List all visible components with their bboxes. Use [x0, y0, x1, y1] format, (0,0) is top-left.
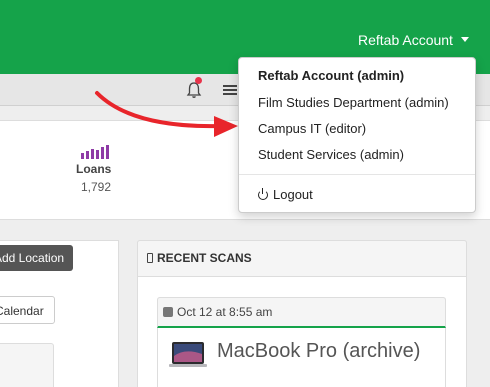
recent-scans-title: RECENT SCANS: [147, 251, 252, 265]
menu-item-reftab-account[interactable]: Reftab Account (admin): [258, 68, 404, 83]
locations-subpanel: [0, 343, 54, 387]
annotation-arrow: [95, 91, 238, 137]
caret-down-icon: [460, 37, 469, 42]
logout-label: Logout: [273, 187, 313, 202]
notification-badge: [195, 77, 202, 84]
menu-divider: [239, 174, 475, 175]
logout-menu-item[interactable]: Logout: [258, 187, 313, 202]
loans-value: 1,792: [81, 180, 112, 194]
account-label: Reftab Account: [358, 32, 453, 48]
add-location-button[interactable]: Add Location: [0, 245, 73, 271]
power-icon: [258, 188, 268, 200]
loans-label: Loans: [76, 162, 112, 176]
laptop-image: [169, 342, 207, 367]
menu-item-student-services[interactable]: Student Services (admin): [258, 147, 404, 162]
calendar-button[interactable]: Calendar: [0, 296, 55, 324]
rss-icon: [163, 307, 173, 317]
menu-item-film-studies[interactable]: Film Studies Department (admin): [258, 95, 449, 110]
scan-item-name[interactable]: MacBook Pro (archive): [217, 340, 420, 363]
scan-date-text: Oct 12 at 8:55 am: [177, 305, 273, 319]
account-dropdown-toggle[interactable]: Reftab Account: [358, 32, 469, 48]
recent-scans-title-text: RECENT SCANS: [157, 251, 252, 265]
menu-item-campus-it[interactable]: Campus IT (editor): [258, 121, 366, 136]
mobile-icon: [147, 253, 153, 263]
scan-date: Oct 12 at 8:55 am: [163, 305, 272, 319]
